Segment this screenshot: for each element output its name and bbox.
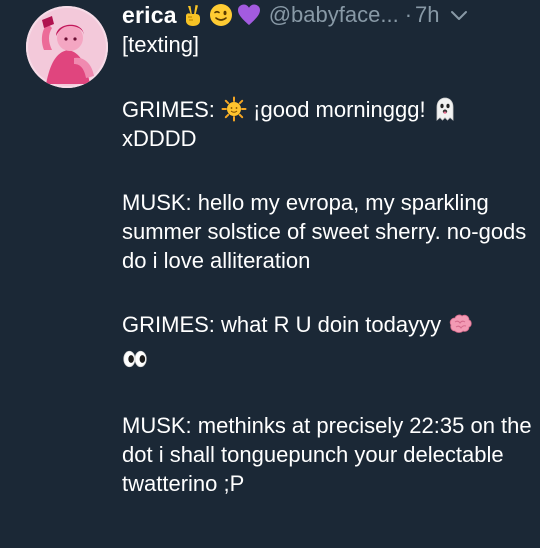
purple-heart-icon (237, 3, 261, 27)
avatar-image (26, 6, 108, 88)
tweet-header: erica @babyface... · 7h (122, 0, 530, 30)
chevron-down-icon[interactable] (450, 9, 468, 21)
tweet-paragraph-musk-2: MUSK: methinks at precisely 22:35 on the… (122, 413, 532, 496)
tweet[interactable]: erica @babyface... · 7h [texting] GRIMES… (0, 0, 540, 548)
eyes-icon (122, 346, 152, 372)
grimes-message-1: ¡good morninggg! (253, 97, 426, 122)
timestamp[interactable]: 7h (415, 2, 439, 28)
victory-hand-icon (181, 3, 205, 27)
separator-dot: · (404, 2, 413, 27)
sun-icon (221, 96, 247, 122)
grimes-label: GRIMES: (122, 97, 215, 122)
tweet-paragraph-grimes-1: GRIMES: ¡good morninggg! xDDDD (122, 95, 532, 153)
ghost-icon (432, 96, 458, 122)
eyes-line (122, 345, 532, 375)
tweet-paragraph-grimes-2: GRIMES: what R U doin todayyy (122, 310, 532, 375)
grimes-message-1-tail: xDDDD (122, 126, 197, 151)
display-name[interactable]: erica (122, 2, 177, 29)
winking-face-icon (209, 3, 233, 27)
tweet-body: [texting] GRIMES: ¡good morninggg! xDDDD… (122, 30, 532, 498)
tweet-paragraph-musk-1: MUSK: hello my evropa, my sparkling summ… (122, 190, 527, 273)
brain-icon (447, 311, 473, 337)
user-handle[interactable]: @babyface... (269, 2, 399, 28)
grimes-message-2: GRIMES: what R U doin todayyy (122, 312, 442, 337)
tweet-line-texting: [texting] (122, 32, 200, 57)
avatar[interactable] (26, 6, 108, 88)
